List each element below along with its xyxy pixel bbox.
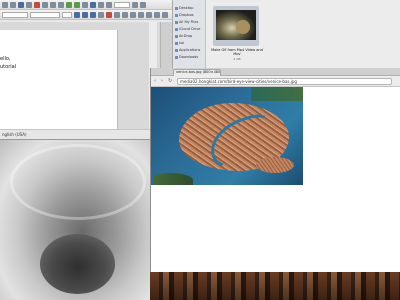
tab-venice-image[interactable]: venice-bas.jpg (800×480) (173, 69, 221, 76)
file-size: 4 GB (233, 57, 241, 61)
sidebar-item-label: Dropbox (179, 13, 194, 17)
new-doc-icon[interactable] (2, 1, 8, 8)
desktop-icon (175, 6, 178, 10)
desktop-wallpaper-city (150, 272, 400, 300)
refresh-icon[interactable]: ↻ (168, 79, 172, 84)
list-icon[interactable] (154, 11, 160, 18)
font-color-icon[interactable] (106, 11, 112, 18)
sidebar-item-label: Desktop (179, 6, 194, 10)
chart-icon[interactable] (98, 1, 104, 8)
file-name[interactable]: Make Gif from Mp4 Video and Mov (211, 48, 263, 56)
strikethrough-icon[interactable] (98, 11, 104, 18)
airdrop-icon (175, 34, 178, 38)
tab-strip: venice-bas.jpg (800×480) (151, 68, 400, 76)
pdf-icon[interactable] (34, 1, 40, 8)
cut-icon[interactable] (42, 1, 48, 8)
finder-sidebar: Desktop Dropbox All My Files iCloud Driv… (173, 0, 206, 68)
sidebar-item-label: Downloads (179, 55, 199, 59)
paste-icon[interactable] (58, 1, 64, 8)
browser-window: venice-bas.jpg (800×480) ‹ › ↻ media02.h… (150, 68, 400, 272)
sidebar-item-airdrop[interactable]: AirDrop (175, 34, 192, 38)
sidebar-item-label: AirDrop (179, 34, 193, 38)
font-name-select[interactable] (30, 11, 60, 18)
files-icon (175, 20, 178, 24)
status-bar: nglish (USA) 84% (0, 129, 172, 139)
table-icon[interactable] (82, 1, 88, 8)
document-text-line: utorial (0, 64, 17, 70)
toolbar: ‹ › ↻ media02.hongkiat.com/bird-eye-view… (151, 76, 400, 87)
sidebar-item-dropbox[interactable]: Dropbox (175, 13, 194, 17)
textbox-icon[interactable] (106, 1, 112, 8)
undo-icon[interactable] (66, 1, 72, 8)
indent-icon[interactable] (162, 11, 168, 18)
italic-icon[interactable] (82, 11, 88, 18)
address-bar[interactable]: media02.hongkiat.com/bird-eye-view-citie… (177, 78, 392, 85)
font-size-select[interactable] (62, 11, 72, 18)
copy-icon[interactable] (50, 1, 56, 8)
webcam-preview (0, 139, 150, 300)
language-status[interactable]: nglish (USA) (2, 132, 27, 137)
standard-toolbar (0, 0, 172, 10)
sidebar-item-label: All My Files (179, 20, 199, 24)
find-field[interactable] (114, 1, 130, 8)
align-right-icon[interactable] (138, 11, 144, 18)
distant-land (251, 87, 303, 101)
forward-icon[interactable]: › (161, 79, 163, 84)
sidebar-item-label: iCloud Drive (179, 27, 201, 31)
webcam-lens (40, 234, 115, 294)
cloud-icon (175, 27, 178, 31)
underline-icon[interactable] (90, 11, 96, 18)
document-canvas: ello, utorial (0, 22, 172, 129)
save-icon[interactable] (18, 1, 24, 8)
open-icon[interactable] (10, 1, 16, 8)
print-icon[interactable] (26, 1, 32, 8)
navigator-icon[interactable] (132, 1, 138, 8)
sidebar-item-kai[interactable]: kai (175, 41, 184, 45)
sidebar-item-all-my-files[interactable]: All My Files (175, 20, 198, 24)
sidebar-item-icloud-drive[interactable]: iCloud Drive (175, 27, 200, 31)
sidebar-item-applications[interactable]: Applications (175, 48, 200, 52)
finder-window: Desktop Dropbox All My Files iCloud Driv… (172, 0, 400, 68)
file-thumbnail-selection[interactable] (213, 6, 259, 46)
video-thumbnail (216, 10, 256, 40)
page-content (151, 87, 400, 272)
thumbnail-subject (236, 20, 250, 34)
sidebar-item-desktop[interactable]: Desktop (175, 6, 193, 10)
green-island (153, 173, 193, 185)
align-center-icon[interactable] (130, 11, 136, 18)
document-page[interactable]: ello, utorial (0, 30, 118, 129)
small-island (256, 157, 294, 173)
document-text-line: ello, (0, 56, 11, 62)
styles-icon[interactable] (140, 1, 146, 8)
highlight-icon[interactable] (114, 11, 120, 18)
sidebar-item-label: Applications (179, 48, 201, 52)
downloads-icon (175, 55, 178, 59)
sidebar-item-label: kai (179, 41, 185, 45)
dropbox-icon (175, 13, 178, 17)
sidebar-item-downloads[interactable]: Downloads (175, 55, 198, 59)
image-icon[interactable] (90, 1, 96, 8)
align-left-icon[interactable] (122, 11, 128, 18)
back-icon[interactable]: ‹ (154, 79, 156, 84)
redo-icon[interactable] (74, 1, 80, 8)
bold-icon[interactable] (74, 11, 80, 18)
paragraph-style-select[interactable] (2, 11, 28, 18)
home-icon (175, 41, 178, 45)
venice-aerial-image[interactable] (151, 87, 303, 185)
justify-icon[interactable] (146, 11, 152, 18)
formatting-toolbar (0, 10, 172, 20)
writer-window: ello, utorial nglish (USA) 84% (0, 0, 173, 140)
webcam-rim (10, 144, 146, 220)
applications-icon (175, 48, 178, 52)
